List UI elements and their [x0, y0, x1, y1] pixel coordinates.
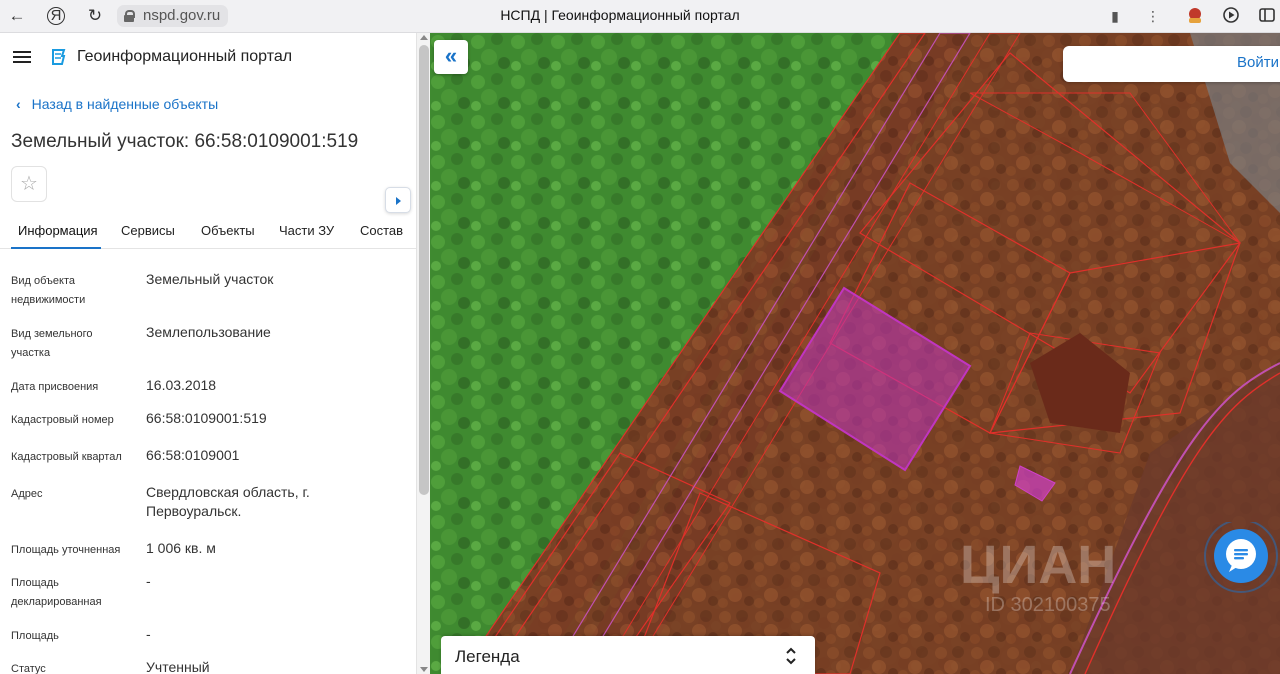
- login-button[interactable]: Войти: [1237, 54, 1279, 71]
- sidebar-toggle-icon[interactable]: [1256, 5, 1278, 27]
- attribute-value: -: [146, 573, 151, 589]
- portal-logo-icon: [52, 49, 66, 65]
- more-menu-icon[interactable]: ⋮: [1142, 5, 1164, 27]
- watermark-id: ID 302100375: [985, 594, 1111, 616]
- map-view[interactable]: ЦИАН ID 302100375: [430, 33, 1280, 674]
- attribute-label: Кадастровый квартал: [11, 451, 122, 463]
- media-play-icon[interactable]: [1220, 5, 1242, 27]
- attribute-label: Вид земельного участка: [11, 328, 93, 359]
- attribute-label: Вид объекта недвижимости: [11, 275, 86, 306]
- tab-objects[interactable]: Объекты: [201, 223, 255, 238]
- attribute-label: Площадь уточненная: [11, 544, 121, 556]
- back-to-results-link[interactable]: ‹ Назад в найденные объекты: [16, 96, 218, 112]
- page-title: НСПД | Геоинформационный портал: [500, 7, 740, 23]
- portal-title: Геоинформационный портал: [77, 48, 293, 65]
- satellite-map: ЦИАН ID 302100375: [430, 33, 1280, 674]
- tab-services[interactable]: Сервисы: [121, 223, 175, 238]
- collapse-panel-button[interactable]: «: [434, 40, 468, 74]
- favorite-star-icon[interactable]: ☆: [11, 166, 47, 202]
- attribute-label: Площадь: [11, 630, 59, 642]
- chat-icon[interactable]: [1202, 522, 1280, 600]
- attribute-value: Землепользование: [146, 324, 271, 340]
- tab-information[interactable]: Информация: [18, 223, 98, 238]
- legend-label: Легенда: [455, 647, 520, 666]
- tab-parts[interactable]: Части ЗУ: [279, 223, 334, 238]
- attribute-value: 1 006 кв. м: [146, 540, 216, 556]
- tab-composition[interactable]: Состав: [360, 223, 403, 238]
- tab-bar: Информация Сервисы Объекты Части ЗУ Сост…: [0, 215, 416, 249]
- attribute-value: Свердловская область, г. Первоуральск.: [146, 484, 310, 519]
- bookmark-icon[interactable]: ▮: [1104, 5, 1126, 27]
- active-tab-indicator: [11, 247, 101, 249]
- tabs-scroll-right-button[interactable]: [385, 187, 411, 213]
- attribute-label: Дата присвоения: [11, 381, 99, 393]
- back-link-label: Назад в найденные объекты: [31, 96, 219, 112]
- tab-overflow-clip: Состав: [358, 215, 414, 248]
- legend-toggle[interactable]: Легенда: [441, 636, 815, 674]
- attribute-label: Площадь декларированная: [11, 577, 102, 608]
- attribute-label: Кадастровый номер: [11, 414, 114, 426]
- attribute-value: Земельный участок: [146, 271, 274, 287]
- attribute-label: Адрес: [11, 488, 43, 500]
- browser-toolbar: ← Я ↻ nspd.gov.ru НСПД | Геоинформационн…: [0, 0, 1280, 33]
- watermark-text: ЦИАН: [960, 535, 1116, 595]
- expand-collapse-icon: [786, 647, 796, 665]
- attribute-label: Статус: [11, 663, 46, 674]
- attribute-value: 16.03.2018: [146, 377, 217, 393]
- attribute-value: 66:58:0109001: [146, 447, 240, 463]
- scrollbar-thumb[interactable]: [419, 45, 429, 495]
- scroll-down-icon[interactable]: [420, 667, 428, 672]
- menu-icon[interactable]: [13, 50, 31, 64]
- object-title: Земельный участок: 66:58:0109001:519: [11, 131, 359, 152]
- panel-scrollbar[interactable]: [416, 33, 430, 674]
- attribute-value: Учтенный: [146, 659, 210, 674]
- scroll-up-icon[interactable]: [420, 35, 428, 40]
- chevron-left-icon: ‹: [16, 96, 21, 112]
- attribute-value: -: [146, 626, 151, 642]
- object-info-panel: Геоинформационный портал ‹ Назад в найден…: [0, 33, 416, 674]
- attribute-value: 66:58:0109001:519: [146, 410, 267, 426]
- extension-icon[interactable]: [1184, 5, 1206, 27]
